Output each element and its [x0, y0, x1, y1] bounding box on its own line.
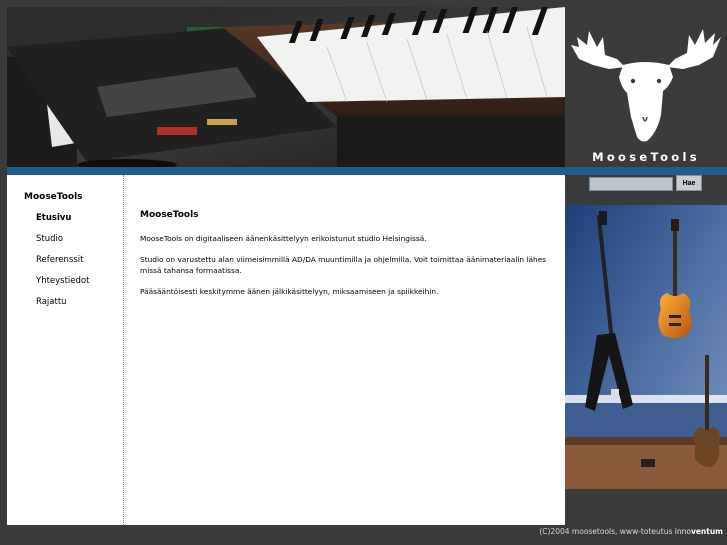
paragraph-focus: Pääsääntöisesti keskitymme äänen jälkikä… [140, 287, 439, 296]
page-title: MooseTools [140, 210, 199, 220]
search-input[interactable] [589, 177, 673, 191]
brand-bold: ventum [690, 527, 723, 536]
right-sidebar: Hae [565, 175, 727, 525]
nav-item-rajattu[interactable]: Rajattu [36, 297, 67, 307]
sidebar-nav: MooseTools Etusivu Studio Referenssit Yh… [7, 175, 124, 525]
accent-bar [7, 167, 727, 175]
guitar-photo [565, 205, 727, 489]
search-button[interactable]: Hae [676, 175, 702, 191]
paragraph-intro: MooseTools on digitaaliseen äänenkäsitte… [140, 234, 427, 243]
content-panel: MooseTools Etusivu Studio Referenssit Yh… [7, 175, 565, 525]
copyright-text: (C)2004 moosetools, www-toteutus [539, 527, 673, 536]
logo-text: MooseTools [592, 150, 700, 164]
nav-title[interactable]: MooseTools [24, 192, 83, 202]
header-photo [7, 7, 565, 167]
nav-item-yhteystiedot[interactable]: Yhteystiedot [36, 276, 89, 286]
paragraph-equipment: Studio on varustettu alan viimeisimmillä… [140, 255, 547, 275]
moose-head-icon [571, 29, 721, 142]
footer: (C)2004 moosetools, www-toteutus innoven… [539, 527, 723, 536]
nav-item-studio[interactable]: Studio [36, 234, 63, 244]
nav-item-etusivu[interactable]: Etusivu [36, 213, 72, 223]
nav-item-referenssit[interactable]: Referenssit [36, 255, 83, 265]
main-content: MooseTools MooseTools on digitaaliseen ä… [140, 210, 558, 307]
brand-pre: inno [674, 527, 691, 536]
innoventum-link[interactable]: innoventum [675, 527, 723, 536]
logo[interactable]: MooseTools [565, 7, 727, 167]
